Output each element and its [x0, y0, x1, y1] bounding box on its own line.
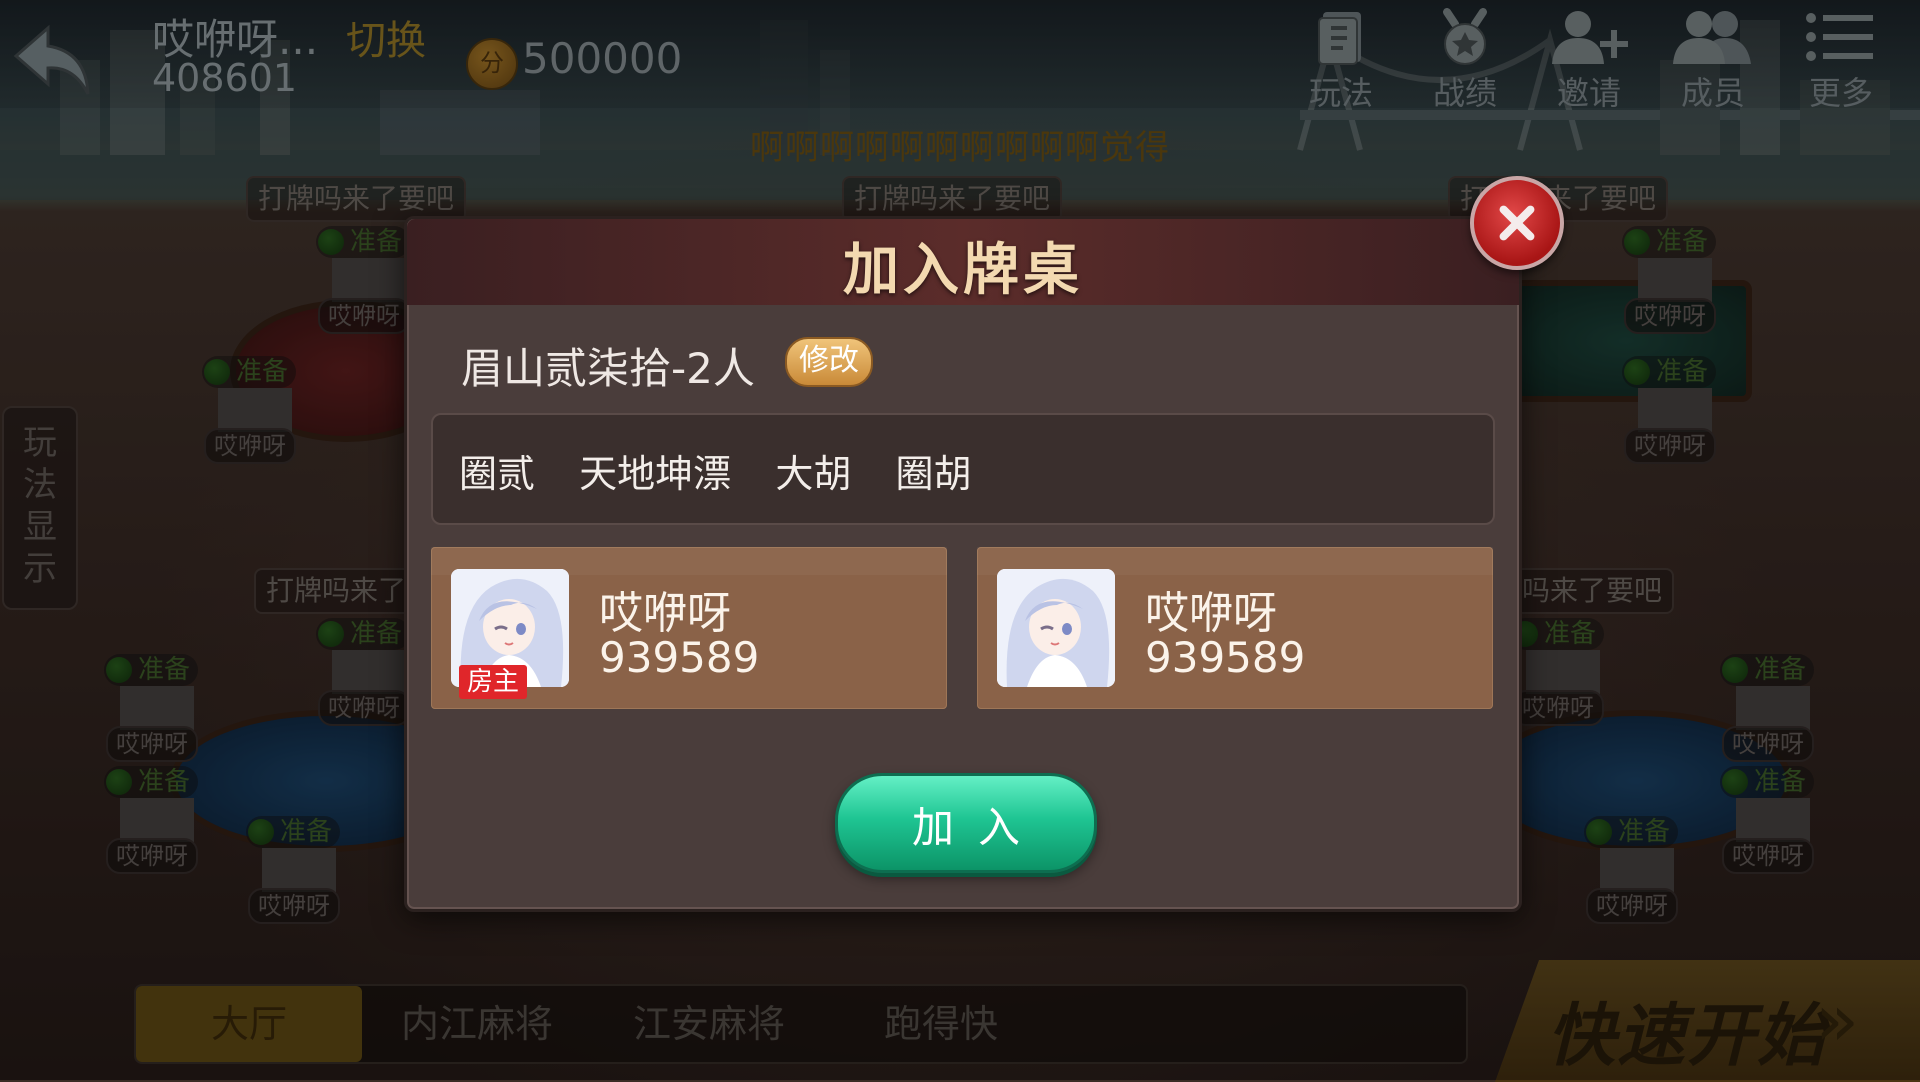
join-button-label: 加入	[911, 803, 1044, 852]
player-card-host: 房主 哎咿呀 939589	[431, 547, 947, 709]
player-name: 哎咿呀	[1145, 588, 1277, 639]
avatar	[997, 569, 1115, 687]
join-table-dialog: 加入牌桌 眉山贰柒拾-2人 修改 圈贰 天地坤漂 大胡 圈胡 房主 哎咿呀 93…	[404, 216, 1522, 912]
rules-box: 圈贰 天地坤漂 大胡 圈胡	[431, 413, 1495, 525]
dialog-header: 加入牌桌	[407, 219, 1519, 305]
player-name: 哎咿呀	[599, 588, 731, 639]
edit-button[interactable]: 修改	[785, 337, 873, 387]
anime-avatar-image	[997, 569, 1115, 687]
player-card: 哎咿呀 939589	[977, 547, 1493, 709]
rules-text: 圈贰 天地坤漂 大胡 圈胡	[459, 452, 972, 496]
player-id: 939589	[1145, 633, 1306, 682]
dialog-title: 加入牌桌	[843, 238, 1083, 303]
host-badge: 房主	[459, 665, 528, 699]
join-button[interactable]: 加入	[835, 773, 1097, 873]
player-id: 939589	[599, 633, 760, 682]
close-icon[interactable]	[1470, 176, 1564, 270]
room-name: 眉山贰柒拾-2人	[461, 344, 755, 393]
